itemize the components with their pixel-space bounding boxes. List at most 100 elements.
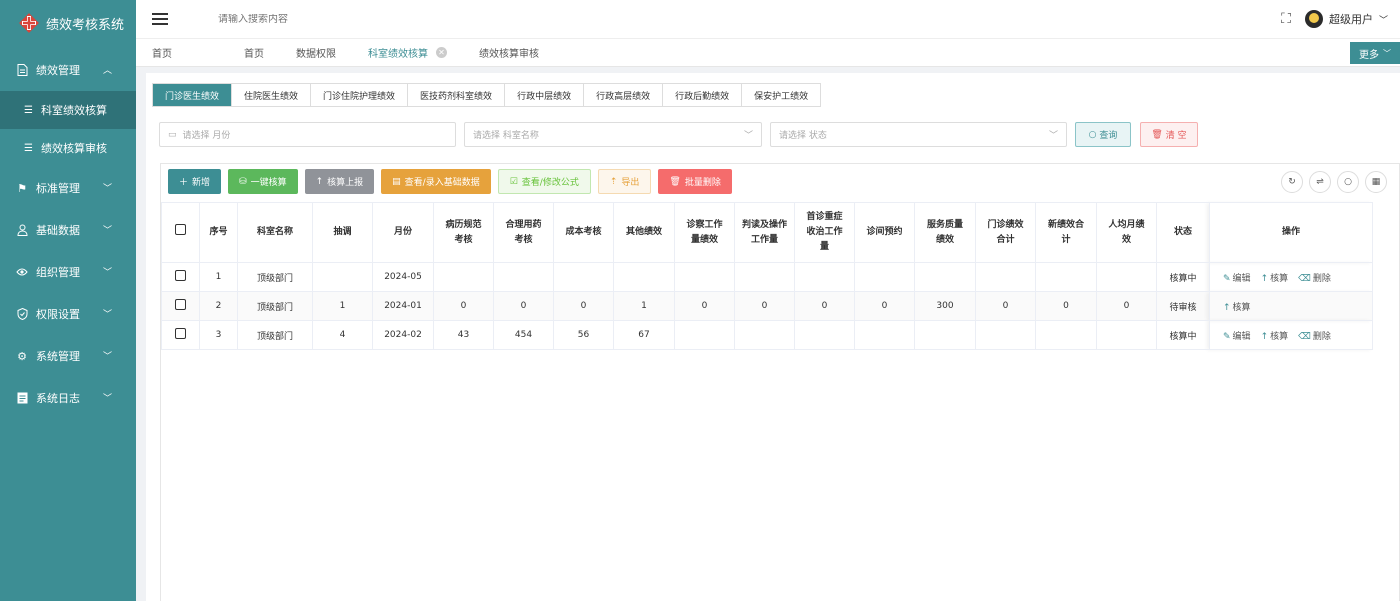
- month-picker[interactable]: ▭ 请选择 月份: [159, 122, 456, 147]
- more-button[interactable]: 更多 ﹀: [1350, 42, 1400, 64]
- tab-label: 首页: [244, 49, 264, 60]
- edit-link[interactable]: ✎ 编辑: [1223, 332, 1251, 342]
- delete-link[interactable]: ⌫ 删除: [1298, 332, 1331, 342]
- table-cell: [914, 262, 976, 292]
- tab-admin-senior[interactable]: 行政高层绩效: [584, 84, 664, 106]
- filter-columns-icon[interactable]: ⇌: [1309, 171, 1331, 193]
- batch-delete-button[interactable]: 🗑 批量删除: [658, 169, 732, 194]
- op-label: 编辑: [1232, 331, 1251, 342]
- tab-data-permissions[interactable]: 数据权限: [280, 38, 352, 67]
- calc-link[interactable]: ↑ 核算: [1223, 303, 1251, 313]
- view-basic-data-button[interactable]: ▤ 查看/录入基础数据: [381, 169, 491, 194]
- report-button[interactable]: ↑ 核算上报: [304, 169, 375, 194]
- row-checkbox[interactable]: [175, 328, 186, 339]
- sidebar-item-basic-data[interactable]: 基础数据 ﹀: [0, 209, 136, 251]
- avatar: [1304, 10, 1323, 28]
- row-select-cell[interactable]: [161, 291, 200, 321]
- sidebar-item-permissions[interactable]: 权限设置 ﹀: [0, 293, 136, 335]
- column-header: 判读及操作工作量: [734, 202, 795, 263]
- table-cell: 0: [1096, 291, 1157, 321]
- tab-medtech[interactable]: 医技药剂科室绩效: [408, 84, 506, 106]
- clear-button[interactable]: 🗑 清 空: [1140, 122, 1198, 147]
- op-label: 删除: [1312, 331, 1331, 342]
- calc-link[interactable]: ↑ 核算: [1261, 274, 1289, 284]
- calendar-icon: ▭: [168, 129, 177, 140]
- calc-link[interactable]: ↑ 核算: [1261, 332, 1289, 342]
- column-header: 病历规范考核: [433, 202, 494, 263]
- tab-admin-logistics[interactable]: 行政后勤绩效: [663, 84, 743, 106]
- select-all-cell[interactable]: [161, 202, 200, 263]
- chevron-down-icon: ﹀: [1048, 131, 1058, 141]
- trash-icon: ⌫: [1298, 273, 1311, 284]
- one-click-calc-button[interactable]: ⛁ 一键核算: [228, 169, 298, 194]
- status-select[interactable]: 请选择 状态 ﹀: [770, 122, 1067, 147]
- table-cell: [854, 262, 915, 292]
- table-cell: [734, 262, 795, 292]
- table-cell: 1: [199, 262, 238, 292]
- status-cell: 待审核: [1156, 291, 1210, 321]
- select-all-checkbox[interactable]: [175, 224, 186, 235]
- user-menu[interactable]: 超级用户 ﹀: [1304, 10, 1388, 28]
- tab-calc-review[interactable]: 绩效核算审核: [463, 38, 555, 67]
- column-header: 科室名称: [237, 202, 313, 263]
- tab-outpatient-doctor[interactable]: 门诊医生绩效: [153, 84, 233, 106]
- table-cell: 顶级部门: [237, 262, 313, 292]
- table-cell: 2024-05: [372, 262, 434, 292]
- user-icon: [16, 224, 28, 236]
- table-cell: 67: [613, 320, 675, 350]
- add-label: 新增: [192, 178, 211, 188]
- column-header: 人均月绩效: [1096, 202, 1157, 263]
- tab-label: 科室绩效核算: [368, 49, 428, 60]
- query-button[interactable]: ○ 查询: [1075, 122, 1131, 147]
- search-icon[interactable]: ○: [1337, 171, 1359, 193]
- sidebar-item-org[interactable]: 组织管理 ﹀: [0, 251, 136, 293]
- table-cell: 2024-01: [372, 291, 434, 321]
- status-placeholder: 请选择 状态: [779, 131, 827, 141]
- log-icon: [16, 392, 28, 404]
- table-cell: [674, 320, 735, 350]
- arrow-up-icon: ↑: [1223, 302, 1231, 313]
- calc-label: 一键核算: [250, 178, 287, 188]
- fullscreen-icon[interactable]: ⛶: [1281, 11, 1291, 27]
- dept-select[interactable]: 请选择 科室名称 ﹀: [464, 122, 762, 147]
- sidebar-item-logs[interactable]: 系统日志 ﹀: [0, 377, 136, 419]
- menu-toggle-icon[interactable]: [152, 13, 168, 25]
- edit-link[interactable]: ✎ 编辑: [1223, 274, 1251, 284]
- delete-link[interactable]: ⌫ 删除: [1298, 274, 1331, 284]
- tab-home[interactable]: 首页: [136, 38, 188, 67]
- ops-cell: ↑ 核算: [1209, 291, 1373, 321]
- row-select-cell[interactable]: [161, 262, 200, 292]
- table-cell: 2: [199, 291, 238, 321]
- row-checkbox[interactable]: [175, 270, 186, 281]
- export-button[interactable]: ⇡ 导出: [597, 169, 652, 194]
- table-cell: 0: [493, 291, 554, 321]
- column-header: 月份: [372, 202, 434, 263]
- op-label: 删除: [1312, 273, 1331, 284]
- table-cell: 1: [312, 291, 373, 321]
- chevron-down-icon: ﹀: [743, 131, 753, 141]
- table-cell: [975, 262, 1036, 292]
- table-cell: [975, 320, 1036, 350]
- refresh-icon[interactable]: ↻: [1281, 171, 1303, 193]
- tab-admin-middle[interactable]: 行政中层绩效: [505, 84, 585, 106]
- close-icon[interactable]: ✕: [436, 47, 447, 58]
- search-input[interactable]: [218, 13, 518, 25]
- sidebar-item-calc-review[interactable]: ☰ 绩效核算审核: [0, 129, 136, 167]
- add-button[interactable]: ＋新增: [168, 169, 222, 194]
- tab-nursing[interactable]: 门诊住院护理绩效: [311, 84, 409, 106]
- ops-cell: ✎ 编辑 ↑ 核算 ⌫ 删除: [1209, 262, 1373, 292]
- row-select-cell[interactable]: [161, 320, 200, 350]
- tab-dept-calc[interactable]: 科室绩效核算 ✕: [352, 38, 463, 67]
- grid-icon[interactable]: ▦: [1365, 171, 1387, 193]
- tab-inpatient-doctor[interactable]: 住院医生绩效: [232, 84, 312, 106]
- tab-home-2[interactable]: 首页: [228, 38, 280, 67]
- sidebar-item-dept-calc[interactable]: ☰ 科室绩效核算: [0, 91, 136, 129]
- sidebar-item-standards[interactable]: ⚑ 标准管理 ﹀: [0, 167, 136, 209]
- table-cell: [794, 262, 855, 292]
- sidebar-item-system[interactable]: ⚙ 系统管理 ﹀: [0, 335, 136, 377]
- edit-formula-button[interactable]: ☑ 查看/修改公式: [497, 169, 591, 194]
- row-checkbox[interactable]: [175, 299, 186, 310]
- sidebar-item-performance[interactable]: 绩效管理 ︿: [0, 49, 136, 91]
- tab-security-care[interactable]: 保安护工绩效: [742, 84, 820, 106]
- report-label: 核算上报: [327, 178, 364, 188]
